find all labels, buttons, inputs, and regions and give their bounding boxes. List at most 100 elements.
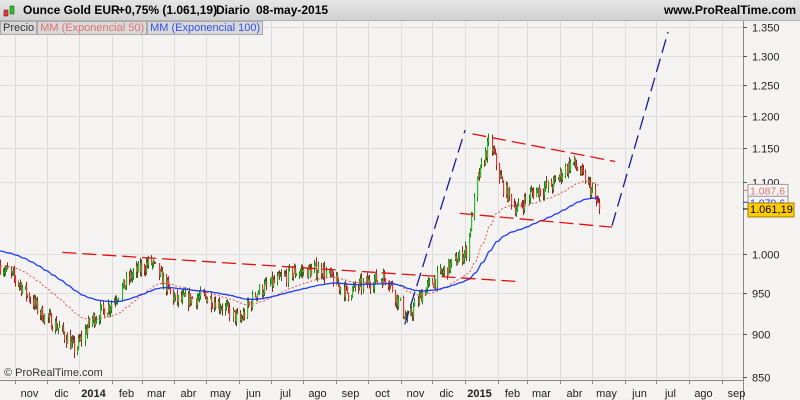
candle-body bbox=[252, 294, 254, 308]
x-tick-label: 2014 bbox=[81, 388, 106, 400]
price-tag-label: 1.061,19 bbox=[750, 204, 793, 216]
x-tick-label: ago bbox=[694, 388, 712, 400]
y-tick-label: 850 bbox=[752, 373, 770, 385]
candle-body bbox=[592, 188, 594, 190]
candle-body bbox=[222, 308, 224, 311]
candle-body bbox=[255, 294, 257, 297]
x-tick-label: feb bbox=[119, 388, 134, 400]
legend-ema100[interactable]: MM (Exponencial 100) bbox=[147, 21, 264, 35]
candle-body bbox=[413, 306, 415, 317]
x-tick-label: ago bbox=[308, 388, 326, 400]
candle-body bbox=[509, 188, 511, 196]
candle-body bbox=[466, 247, 468, 258]
candle-body bbox=[111, 304, 113, 309]
y-tick-label: 950 bbox=[752, 289, 770, 301]
candle-body bbox=[44, 314, 46, 322]
candle-body bbox=[215, 302, 217, 310]
indicator-legend: Precio MM (Exponencial 50) MM (Exponenci… bbox=[0, 21, 264, 35]
period-text[interactable]: Diario bbox=[216, 3, 250, 17]
candle-body bbox=[22, 287, 24, 293]
candle-body bbox=[599, 202, 601, 209]
candle-body bbox=[518, 202, 520, 207]
change-text: +0,75% (1.061,19) bbox=[118, 3, 218, 17]
x-tick-label: abr bbox=[181, 388, 197, 400]
candle-body bbox=[444, 267, 446, 271]
price-chart[interactable]: nov dic 2014 feb mar abr may jun jul ago sep oct nov… bbox=[0, 0, 800, 400]
candle-body bbox=[546, 182, 548, 187]
candle-body bbox=[0, 265, 2, 273]
x-tick-label: mar bbox=[532, 388, 551, 400]
candle-body bbox=[511, 195, 513, 205]
candle-body bbox=[540, 188, 542, 194]
candle-body bbox=[59, 326, 61, 328]
candle-body bbox=[457, 262, 459, 265]
y-tick-label: 1.300 bbox=[752, 52, 780, 64]
candle-body bbox=[548, 181, 550, 187]
candle-body bbox=[277, 275, 279, 282]
candle-body bbox=[474, 197, 476, 217]
candle-body bbox=[81, 336, 83, 341]
ema100-line bbox=[0, 197, 600, 303]
candle-body bbox=[496, 153, 498, 166]
candle-body bbox=[244, 312, 246, 318]
candle-body bbox=[264, 284, 266, 294]
candle-body bbox=[488, 138, 490, 142]
trend-line-blue bbox=[404, 129, 466, 325]
candle-body bbox=[138, 263, 140, 273]
candle-body bbox=[377, 280, 379, 282]
candle-body bbox=[340, 287, 342, 291]
candle-body bbox=[570, 162, 572, 171]
candle-body bbox=[274, 279, 276, 282]
candle-body bbox=[403, 297, 405, 317]
candle-body bbox=[311, 268, 313, 277]
candle-body bbox=[27, 294, 29, 296]
candle-body bbox=[96, 319, 98, 322]
date-text: 08-may-2015 bbox=[256, 3, 329, 17]
y-tick-label: 1.150 bbox=[752, 144, 780, 156]
x-tick-label: abr bbox=[567, 388, 583, 400]
candle-body bbox=[565, 166, 567, 177]
candle-body bbox=[281, 275, 283, 277]
trend-line-red bbox=[459, 212, 613, 228]
candle-body bbox=[237, 312, 239, 314]
candle-body bbox=[347, 286, 349, 294]
candle-body bbox=[30, 299, 32, 301]
x-tick-label: jul bbox=[664, 388, 676, 400]
candle-body bbox=[104, 309, 106, 317]
candle-body bbox=[525, 196, 527, 200]
candle-body bbox=[296, 275, 298, 277]
price-tag-label: 1.087,6 bbox=[750, 185, 785, 197]
x-tick-label: dic bbox=[439, 388, 454, 400]
y-tick-label: 1.200 bbox=[752, 112, 780, 124]
trend-line-blue bbox=[611, 31, 669, 226]
candle-body bbox=[346, 284, 348, 287]
candle-body bbox=[363, 281, 365, 290]
candle-body bbox=[289, 267, 291, 269]
candle-body bbox=[451, 259, 453, 263]
candle-body bbox=[577, 168, 579, 171]
candle-body bbox=[530, 191, 532, 199]
candle-body bbox=[293, 273, 295, 278]
x-tick-label: jul bbox=[279, 388, 291, 400]
x-tick-label: sep bbox=[728, 388, 746, 400]
candle-body bbox=[64, 332, 66, 340]
site-link[interactable]: www.ProRealTime.com bbox=[664, 3, 796, 17]
candle-body bbox=[517, 206, 519, 210]
candle-body bbox=[178, 295, 180, 302]
candle-body bbox=[74, 340, 76, 353]
candle-body bbox=[155, 262, 157, 264]
candle-body bbox=[555, 178, 557, 180]
x-tick-label: 2015 bbox=[467, 388, 491, 400]
legend-ema50[interactable]: MM (Exponencial 50) bbox=[37, 21, 148, 35]
candle-body bbox=[207, 298, 209, 303]
legend-price[interactable]: Precio bbox=[0, 21, 38, 35]
candle-body bbox=[101, 304, 103, 307]
watermark: © ProRealTime.com bbox=[4, 367, 103, 379]
candle-body bbox=[58, 327, 60, 329]
candle-body bbox=[477, 176, 479, 198]
candle-body bbox=[303, 269, 305, 273]
y-tick-label: 900 bbox=[752, 330, 770, 342]
candle-body bbox=[229, 308, 231, 318]
candle-body bbox=[481, 162, 483, 165]
instrument-title: Ounce Gold EUR bbox=[23, 3, 120, 17]
